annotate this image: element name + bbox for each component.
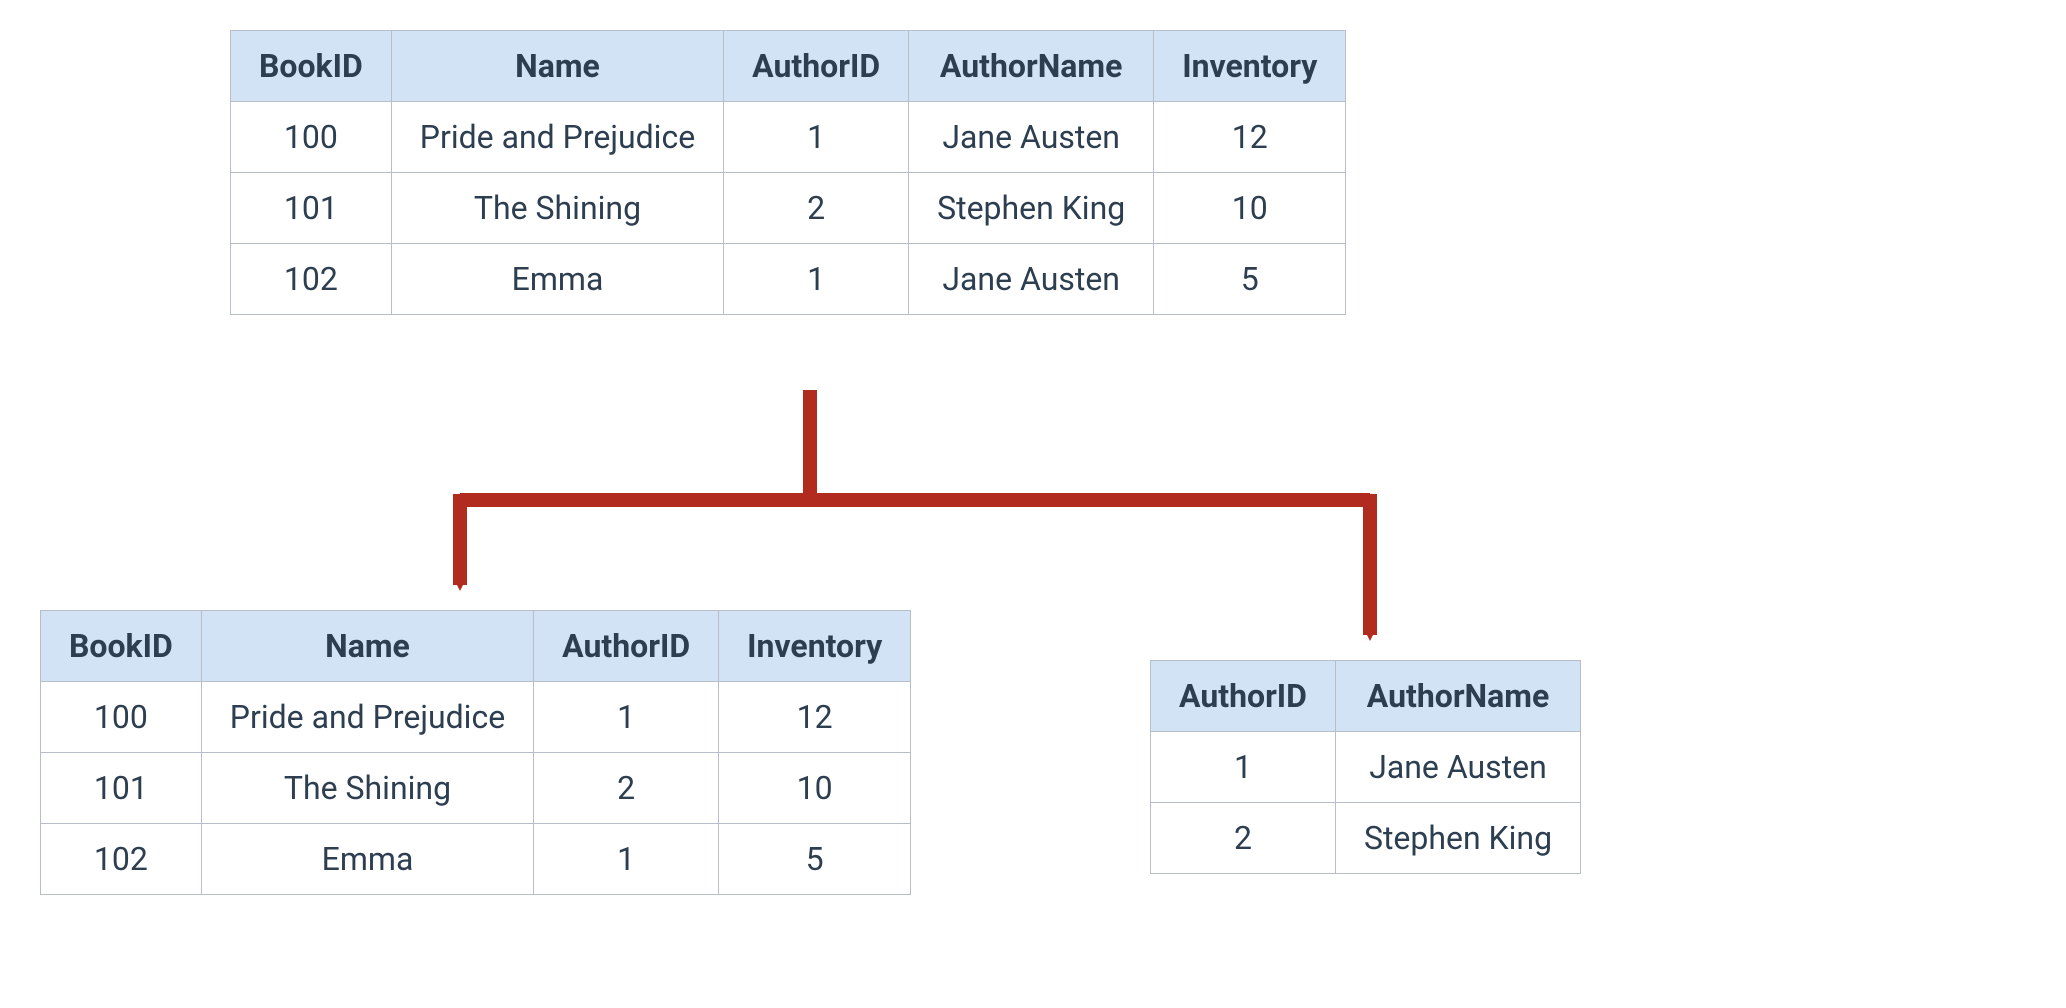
col-header: AuthorID	[724, 31, 909, 102]
table-header-row: BookID Name AuthorID Inventory	[41, 611, 911, 682]
col-header: AuthorName	[1335, 661, 1580, 732]
cell: 2	[724, 173, 909, 244]
cell: Pride and Prejudice	[201, 682, 533, 753]
cell: 102	[41, 824, 202, 895]
col-header: Name	[391, 31, 723, 102]
table-row: 102 Emma 1 Jane Austen 5	[231, 244, 1346, 315]
cell: 12	[1154, 102, 1346, 173]
cell: Jane Austen	[909, 244, 1154, 315]
table-row: 101 The Shining 2 Stephen King 10	[231, 173, 1346, 244]
cell: 1	[534, 682, 719, 753]
col-header: AuthorID	[1151, 661, 1336, 732]
cell: 1	[724, 244, 909, 315]
cell: 2	[1151, 803, 1336, 874]
table-row: 100 Pride and Prejudice 1 Jane Austen 12	[231, 102, 1346, 173]
cell: 10	[1154, 173, 1346, 244]
cell: 100	[231, 102, 392, 173]
cell: The Shining	[201, 753, 533, 824]
cell: 12	[719, 682, 911, 753]
cell: 101	[231, 173, 392, 244]
col-header: BookID	[231, 31, 392, 102]
table-row: 100 Pride and Prejudice 1 12	[41, 682, 911, 753]
cell: Pride and Prejudice	[391, 102, 723, 173]
table-books: BookID Name AuthorID Inventory 100 Pride…	[40, 610, 911, 895]
cell: 1	[1151, 732, 1336, 803]
cell: Jane Austen	[909, 102, 1154, 173]
table-combined: BookID Name AuthorID AuthorName Inventor…	[230, 30, 1346, 315]
cell: 101	[41, 753, 202, 824]
table-row: 101 The Shining 2 10	[41, 753, 911, 824]
col-header: Inventory	[719, 611, 911, 682]
col-header: BookID	[41, 611, 202, 682]
col-header: Inventory	[1154, 31, 1346, 102]
cell: Stephen King	[909, 173, 1154, 244]
cell: Emma	[391, 244, 723, 315]
col-header: Name	[201, 611, 533, 682]
cell: 102	[231, 244, 392, 315]
cell: 1	[724, 102, 909, 173]
cell: 2	[534, 753, 719, 824]
col-header: AuthorID	[534, 611, 719, 682]
cell: The Shining	[391, 173, 723, 244]
table-row: 102 Emma 1 5	[41, 824, 911, 895]
table-authors: AuthorID AuthorName 1 Jane Austen 2 Step…	[1150, 660, 1581, 874]
cell: Stephen King	[1335, 803, 1580, 874]
normalization-diagram: BookID Name AuthorID AuthorName Inventor…	[20, 20, 2046, 988]
cell: 10	[719, 753, 911, 824]
cell: 1	[534, 824, 719, 895]
table-row: 2 Stephen King	[1151, 803, 1581, 874]
cell: 5	[1154, 244, 1346, 315]
cell: 100	[41, 682, 202, 753]
cell: Jane Austen	[1335, 732, 1580, 803]
table-header-row: AuthorID AuthorName	[1151, 661, 1581, 732]
col-header: AuthorName	[909, 31, 1154, 102]
cell: 5	[719, 824, 911, 895]
table-header-row: BookID Name AuthorID AuthorName Inventor…	[231, 31, 1346, 102]
cell: Emma	[201, 824, 533, 895]
table-row: 1 Jane Austen	[1151, 732, 1581, 803]
